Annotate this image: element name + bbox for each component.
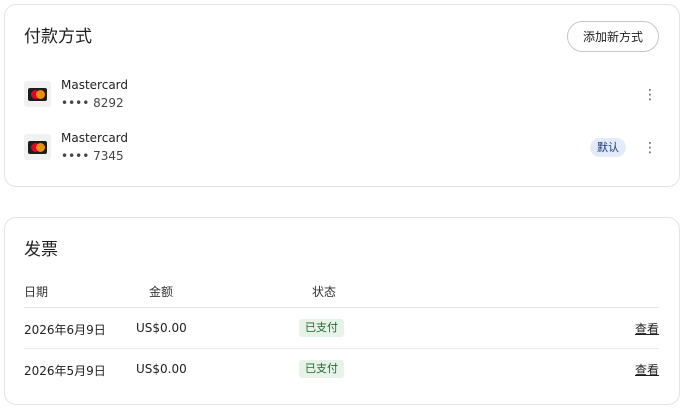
payment-method-row: Mastercard •••• 7345 默认 ⋮ [24,128,659,168]
invoices-card: 发票 日期 金额 状态 2026年6月9日 US$0.00 已支付 查看 202… [4,217,680,405]
payment-method-digits: •••• 7345 [61,149,124,163]
more-options-icon[interactable]: ⋮ [641,138,659,158]
invoice-amount: US$0.00 [136,362,187,376]
mastercard-icon [24,81,51,107]
invoices-title: 发票 [24,240,58,260]
payment-method-brand: Mastercard [61,78,129,92]
invoices-table: 日期 金额 状态 2026年6月9日 US$0.00 已支付 查看 2026年5… [24,280,659,390]
paid-status-badge: 已支付 [299,319,344,337]
payment-method-row: Mastercard •••• 8292 ⋮ [24,75,659,115]
header-amount: 金额 [149,285,174,299]
view-invoice-link[interactable]: 查看 [635,320,659,337]
header-date: 日期 [24,285,49,299]
payment-methods-card: 付款方式 添加新方式 Mastercard •••• 8292 ⋮ Master… [4,4,680,187]
default-badge: 默认 [590,138,626,157]
invoice-row: 2026年5月9日 US$0.00 已支付 查看 [24,349,659,390]
paid-status-badge: 已支付 [299,360,344,378]
invoices-table-header: 日期 金额 状态 [24,280,659,308]
view-invoice-link[interactable]: 查看 [635,361,659,378]
invoice-date: 2026年6月9日 [24,323,106,337]
add-payment-method-button[interactable]: 添加新方式 [566,21,659,52]
payment-methods-title: 付款方式 [24,27,92,47]
header-status: 状态 [312,285,337,299]
payment-method-brand: Mastercard [61,131,129,145]
payment-method-digits: •••• 8292 [61,96,124,110]
invoice-amount: US$0.00 [136,321,187,335]
invoice-row: 2026年6月9日 US$0.00 已支付 查看 [24,308,659,349]
invoice-date: 2026年5月9日 [24,364,106,378]
more-options-icon[interactable]: ⋮ [641,85,659,105]
mastercard-icon [24,134,51,160]
